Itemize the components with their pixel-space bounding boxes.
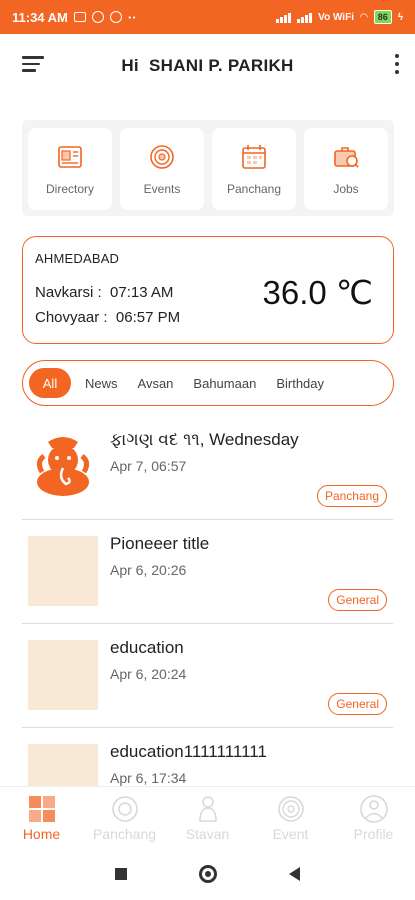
chovyaar-time: 06:57 PM: [115, 309, 181, 326]
bottom-nav: Home Panchang Stavan Event Profile: [0, 786, 415, 848]
quick-link-jobs[interactable]: Jobs: [304, 128, 388, 210]
app-header: Hi SHANI P. PARIKH: [0, 34, 415, 98]
city-name: AHMEDABAD: [35, 251, 120, 266]
chovyaar-label: Chovyaar :: [35, 309, 108, 326]
item-title: education: [110, 638, 184, 657]
quick-links: Directory Events Panchang Jobs: [22, 120, 394, 216]
event-icon: [277, 795, 304, 822]
blocked-icon-2: [109, 11, 122, 23]
item-thumbnail: [28, 744, 98, 786]
list-item[interactable]: education Apr 6, 20:24 General: [22, 624, 393, 728]
filter-avsan[interactable]: Avsan: [128, 368, 184, 398]
item-thumbnail: [28, 640, 98, 710]
filter-bahumaan[interactable]: Bahumaan: [183, 368, 266, 398]
filter-birthday[interactable]: Birthday: [266, 368, 334, 398]
item-thumbnail: [28, 536, 98, 606]
screen-icon: [73, 12, 86, 22]
feed-list: ફાગણ વદ ૧૧, Wednesday Apr 7, 06:57 Panch…: [0, 416, 415, 786]
weather-card: AHMEDABAD Navkarsi : 07:13 AM Chovyaar :…: [22, 236, 394, 344]
quick-link-panchang[interactable]: Panchang: [212, 128, 296, 210]
nav-label: Profile: [353, 825, 394, 842]
item-title: Pioneeer title: [110, 534, 210, 553]
quick-link-label: Panchang: [226, 182, 282, 196]
recents-icon[interactable]: [115, 868, 127, 880]
item-title: ફાગણ વદ ૧૧, Wednesday: [110, 430, 299, 449]
list-item[interactable]: ફાગણ વદ ૧૧, Wednesday Apr 7, 06:57 Panch…: [22, 416, 393, 520]
nav-panchang[interactable]: Panchang: [83, 787, 166, 848]
directory-icon: [58, 146, 82, 168]
category-badge: General: [328, 693, 387, 715]
signal-icon: [276, 11, 292, 23]
nav-stavan[interactable]: Stavan: [166, 787, 249, 848]
home-icon: [28, 795, 55, 822]
back-icon[interactable]: [289, 867, 300, 881]
item-date: Apr 6, 17:34: [110, 770, 187, 786]
item-date: Apr 6, 20:26: [110, 562, 187, 578]
category-badge: Panchang: [316, 485, 387, 507]
user-name: SHANI P. PARIKH: [149, 56, 294, 75]
profile-icon: [359, 794, 388, 823]
ganesh-icon: [28, 432, 98, 502]
nav-label: Event: [272, 825, 309, 842]
battery-icon: 86: [373, 10, 392, 24]
item-date: Apr 6, 20:24: [110, 666, 187, 682]
filter-news[interactable]: News: [75, 368, 128, 398]
quick-link-label: Jobs: [333, 182, 359, 196]
jobs-icon: [334, 147, 359, 168]
status-time: 11:34 AM: [12, 9, 68, 25]
home-button-icon[interactable]: [199, 865, 217, 883]
blocked-icon: [91, 11, 104, 23]
page-title: Hi SHANI P. PARIKH: [0, 56, 415, 76]
category-badge: General: [328, 589, 387, 611]
nav-home[interactable]: Home: [0, 787, 83, 848]
greeting: Hi: [121, 56, 139, 75]
system-nav-bar: [0, 848, 415, 900]
filter-all[interactable]: All: [29, 368, 71, 398]
filter-tabs: All News Avsan Bahumaan Birthday: [22, 360, 394, 406]
stavan-icon: [198, 795, 217, 822]
more-options-icon[interactable]: [395, 54, 401, 78]
more-notifications-icon: ··: [127, 9, 137, 25]
item-title: education1111111111: [110, 742, 267, 761]
list-item[interactable]: Pioneeer title Apr 6, 20:26 General: [22, 520, 393, 624]
wifi-icon: ◠: [359, 11, 368, 23]
charging-icon: ϟ: [397, 11, 403, 23]
quick-link-directory[interactable]: Directory: [28, 128, 112, 210]
temperature: 36.0 ℃: [262, 274, 373, 311]
quick-link-label: Events: [143, 182, 181, 196]
signal-icon-2: [297, 11, 313, 23]
nav-label: Home: [22, 825, 61, 842]
list-item[interactable]: education1111111111 Apr 6, 17:34: [22, 728, 393, 786]
navkarsi-label: Navkarsi :: [35, 284, 102, 301]
network-label: Vo WiFi: [318, 11, 354, 23]
nav-profile[interactable]: Profile: [332, 787, 415, 848]
quick-link-events[interactable]: Events: [120, 128, 204, 210]
events-icon: [150, 145, 174, 169]
nav-label: Stavan: [185, 825, 230, 842]
panchang-icon: [111, 795, 138, 822]
item-date: Apr 7, 06:57: [110, 458, 187, 474]
nav-event[interactable]: Event: [249, 787, 332, 848]
panchang-icon: [242, 145, 266, 169]
status-bar: 11:34 AM ·· Vo WiFi ◠ 86 ϟ: [0, 0, 415, 34]
navkarsi-time: 07:13 AM: [110, 284, 174, 301]
quick-link-label: Directory: [45, 182, 94, 196]
nav-label: Panchang: [92, 825, 157, 842]
